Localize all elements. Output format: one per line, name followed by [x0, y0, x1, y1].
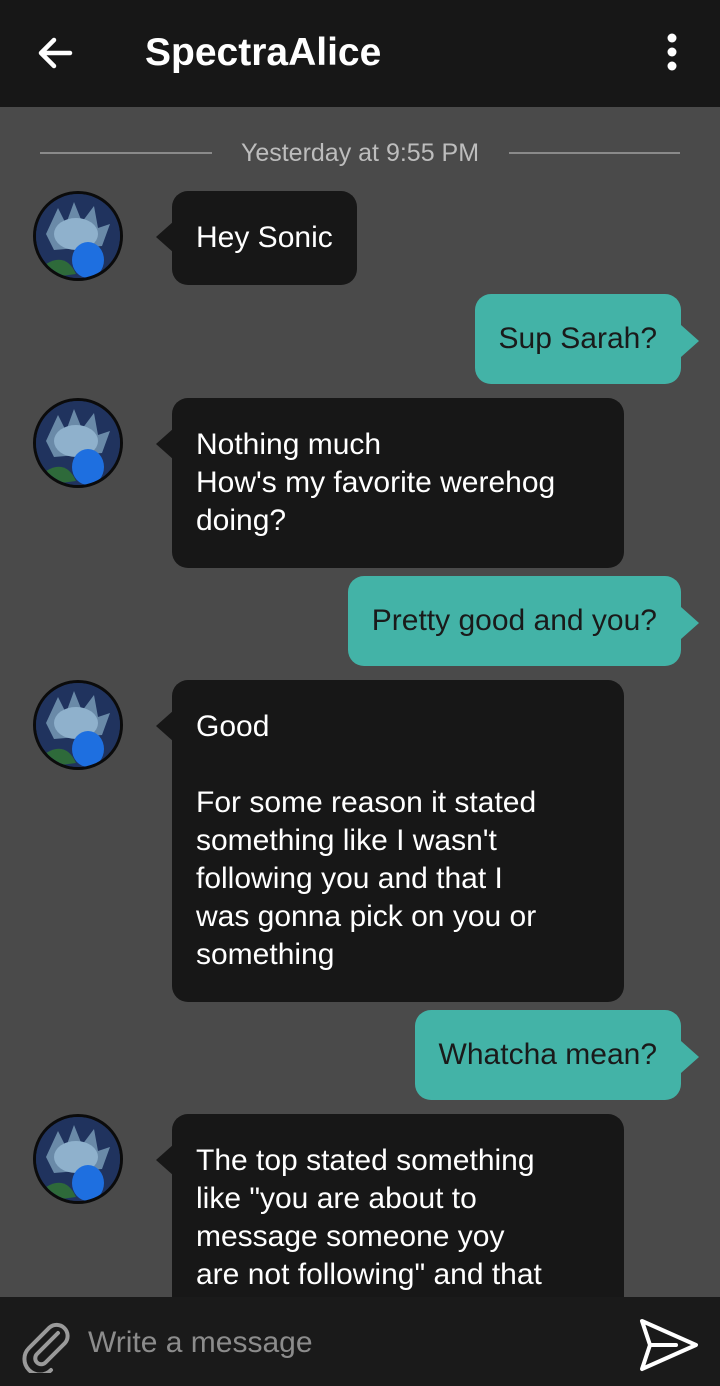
avatar[interactable] [33, 680, 123, 770]
bubble-tail [681, 325, 699, 357]
message-bubble-outgoing[interactable]: Whatcha mean? [414, 1010, 681, 1100]
avatar[interactable] [33, 398, 123, 488]
send-icon [640, 1319, 698, 1371]
message-bubble-incoming[interactable]: The top stated something like "you are a… [172, 1114, 624, 1297]
date-separator: Yesterday at 9:55 PM [240, 139, 480, 167]
attach-button[interactable] [18, 1317, 74, 1377]
avatar[interactable] [33, 191, 123, 281]
top-app-bar: SpectraAlice [0, 0, 720, 107]
message-input[interactable] [88, 1315, 608, 1371]
back-button[interactable] [30, 30, 82, 76]
message-bubble-incoming[interactable]: Nothing much How's my favorite werehog d… [172, 398, 624, 568]
more-options-button[interactable] [652, 30, 692, 76]
avatar-image [36, 1117, 120, 1201]
message-bubble-outgoing[interactable]: Pretty good and you? [347, 576, 681, 666]
message-composer [0, 1297, 720, 1386]
message-bubble-incoming[interactable]: Hey Sonic [172, 191, 357, 285]
bubble-tail [681, 1041, 699, 1073]
send-button[interactable] [636, 1315, 702, 1375]
arrow-left-icon [38, 37, 73, 69]
avatar-image [36, 401, 120, 485]
avatar[interactable] [33, 1114, 123, 1204]
paperclip-icon [22, 1322, 70, 1377]
more-vertical-icon [667, 33, 677, 71]
avatar-image [36, 683, 120, 767]
avatar-image [36, 194, 120, 278]
bubble-tail [681, 607, 699, 639]
conversation-title: SpectraAlice [145, 31, 382, 74]
message-bubble-outgoing[interactable]: Sup Sarah? [474, 294, 681, 384]
message-bubble-incoming[interactable]: Good For some reason it stated something… [172, 680, 624, 1002]
